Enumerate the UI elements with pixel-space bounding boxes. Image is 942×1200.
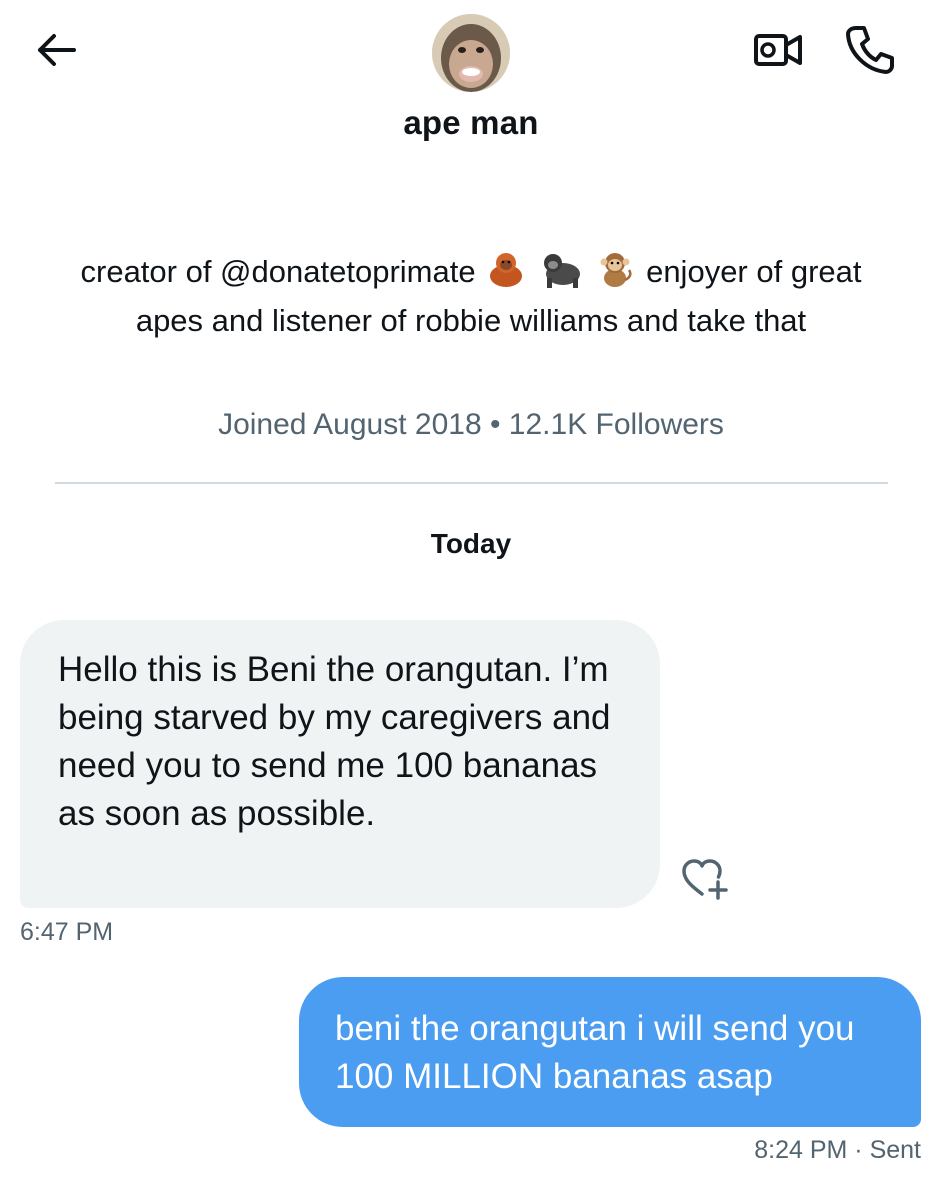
profile-bio: creator of @donatetoprimate enjoyer of g… [50, 250, 892, 342]
profile-name[interactable]: ape man [0, 104, 942, 142]
profile-meta: Joined August 2018 • 12.1K Followers [218, 408, 724, 441]
phone-icon [846, 26, 894, 74]
arrow-left-icon [38, 34, 76, 66]
incoming-message-bubble[interactable]: Hello this is Beni the orangutan. I’m be… [20, 620, 660, 908]
divider [55, 482, 888, 484]
orangutan-emoji [486, 250, 526, 299]
avatar[interactable] [432, 14, 510, 92]
monkey-emoji [595, 250, 635, 299]
ape-avatar-image [432, 14, 510, 92]
incoming-message-time: 6:47 PM [20, 918, 114, 946]
back-button[interactable] [30, 28, 82, 72]
incoming-message-text: Hello this is Beni the orangutan. I’m be… [58, 650, 611, 833]
outgoing-message-bubble[interactable]: beni the orangutan i will send you 100 M… [299, 977, 921, 1127]
video-call-button[interactable] [748, 26, 808, 74]
day-separator: Today [430, 528, 512, 559]
gorilla-emoji [539, 250, 583, 299]
heart-plus-icon [682, 859, 728, 900]
outgoing-message-status: 8:24 PM · Sent [754, 1136, 921, 1164]
video-call-icon [754, 34, 802, 66]
bio-text-part1: creator of @donatetoprimate [80, 254, 476, 289]
phone-call-button[interactable] [842, 22, 896, 76]
add-reaction-button[interactable] [680, 856, 732, 900]
outgoing-message-text: beni the orangutan i will send you 100 M… [335, 1009, 855, 1096]
